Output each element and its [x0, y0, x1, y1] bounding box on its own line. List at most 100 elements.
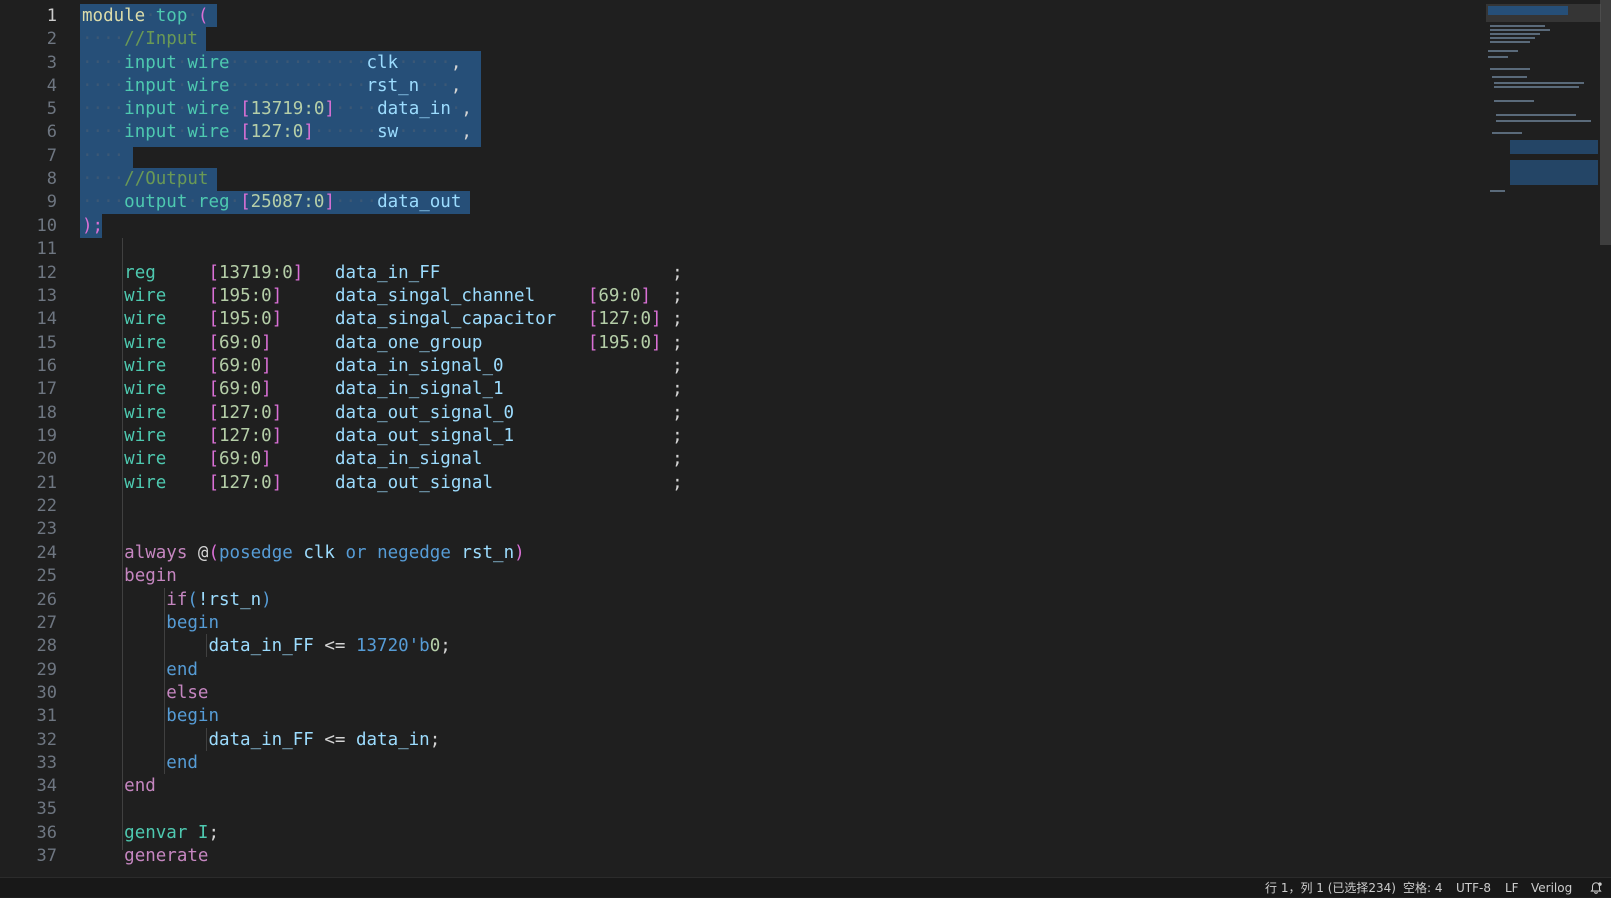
at-sign: @ [197, 543, 209, 563]
code-line-24: always @(posedge clk or negedge rst_n) [82, 541, 525, 565]
code-line-15: wire [69:0] data_one_group [195:0] ; [82, 331, 683, 355]
encoding-setting[interactable]: UTF-8 [1456, 878, 1491, 898]
bracket: [ [208, 379, 220, 399]
bracket: [ [240, 99, 251, 119]
code-line-27: begin [82, 611, 219, 635]
code-line-14: wire [195:0] data_singal_capacitor [127:… [82, 307, 683, 331]
code-line-5: ····input·wire·[13719:0]····data_in·, [82, 99, 472, 119]
minimap-line [1490, 68, 1530, 70]
line-number: 20 [36, 449, 57, 469]
minimap-line [1492, 132, 1522, 134]
line-number: 33 [36, 753, 57, 773]
minimap-line [1494, 86, 1579, 88]
comment: //Output [124, 169, 209, 189]
code-line-9: ····output·reg·[25087:0]····data_out [82, 192, 462, 212]
closing-paren: ); [82, 216, 104, 236]
semicolon: ; [672, 403, 683, 423]
line-number: 5 [46, 99, 57, 119]
code-line-21: wire [127:0] data_out_signal ; [82, 471, 683, 495]
minimap-line [1488, 50, 1518, 52]
keyword-generate: generate [124, 846, 209, 866]
notification-bell-icon[interactable] [1589, 881, 1603, 895]
semicolon: ; [672, 356, 683, 376]
genvar-name: I [197, 823, 209, 843]
keyword-input: input [124, 76, 177, 96]
port-name: clk [366, 53, 399, 73]
code-line-26: if(!rst_n) [82, 588, 272, 612]
signal-name: data_in_FF [334, 263, 441, 283]
code-line-32: data_in_FF <= data_in; [82, 728, 440, 752]
range: 69:0 [219, 379, 262, 399]
line-number: 25 [36, 566, 57, 586]
range: 127:0 [219, 426, 272, 446]
line-number: 13 [36, 286, 57, 306]
bracket: ] [271, 286, 283, 306]
bracket: [ [208, 286, 220, 306]
code-line-28: data_in_FF <= 13720'b0; [82, 634, 451, 658]
comma: , [450, 53, 462, 73]
code-line-3: ····input·wire·············clk·····, [82, 53, 462, 73]
minimap-line [1494, 100, 1534, 102]
signal-name: data_in_signal_0 [334, 356, 504, 376]
eol-setting[interactable]: LF [1505, 878, 1519, 898]
line-number: 21 [36, 473, 57, 493]
line-number: 26 [36, 590, 57, 610]
code-editor[interactable]: 1 2 3 4 5 6 7 8 9 10 11 12 13 14 15 16 17 18 19 20 21 22 23 24 2… [0, 0, 1611, 877]
keyword-posedge: posedge [219, 543, 293, 563]
keyword-wire: wire [124, 379, 167, 399]
line-number: 37 [36, 846, 57, 866]
port-name: sw [377, 122, 399, 142]
bracket: ] [271, 426, 283, 446]
line-number: 12 [36, 263, 57, 283]
line-number: 17 [36, 379, 57, 399]
semicolon: ; [672, 263, 683, 283]
line-number: 16 [36, 356, 57, 376]
minimap-line [1490, 37, 1535, 39]
code-line-36: genvar I; [82, 821, 219, 845]
bracket: ] [651, 333, 662, 353]
line-number: 11 [36, 239, 57, 259]
semicolon: ; [440, 636, 451, 656]
code-line-7: ···· [82, 146, 125, 166]
bracket: ] [261, 333, 272, 353]
semicolon: ; [672, 333, 683, 353]
range: 13719:0 [219, 263, 293, 283]
bracket: ] [261, 356, 272, 376]
literal-prefix: 13720'b [355, 636, 430, 656]
port-name: rst_n [366, 76, 420, 96]
minimap[interactable] [1486, 0, 1601, 200]
indentation-setting[interactable]: 空格: 4 [1403, 878, 1443, 898]
bracket: ] [271, 473, 283, 493]
signal-name: data_in [355, 730, 430, 750]
code-line-34: end [82, 774, 156, 798]
signal-name: clk [303, 543, 335, 563]
minimap-line [1496, 114, 1576, 116]
keyword-input: input [124, 53, 177, 73]
vertical-scrollbar[interactable] [1600, 0, 1611, 245]
keyword-always: always [124, 543, 188, 563]
bracket: ] [651, 309, 662, 329]
comma: , [461, 99, 472, 119]
keyword-reg: reg [124, 263, 156, 283]
paren: ( [187, 590, 198, 610]
cursor-position[interactable]: 行 1，列 1 (已选择234) [1265, 878, 1396, 898]
paren: ) [261, 590, 272, 610]
range: 127:0 [219, 403, 272, 423]
line-number: 9 [46, 192, 57, 212]
operator: <= [324, 636, 346, 656]
code-line-17: wire [69:0] data_in_signal_1 ; [82, 377, 682, 401]
language-mode[interactable]: Verilog [1531, 878, 1572, 898]
code-line-16: wire [69:0] data_in_signal_0 ; [82, 354, 683, 378]
keyword-wire: wire [187, 122, 230, 142]
line-number: 10 [36, 216, 57, 236]
code-area[interactable]: module·top·( ····//Input ····input·wire·… [80, 0, 1482, 877]
line-number-gutter: 1 2 3 4 5 6 7 8 9 10 11 12 13 14 15 16 17 18 19 20 21 22 23 24 2… [0, 0, 78, 877]
bracket: [ [208, 426, 220, 446]
code-line-18: wire [127:0] data_out_signal_0 ; [82, 401, 683, 425]
keyword-else: else [166, 683, 209, 703]
paren: ( [197, 6, 209, 26]
bracket: [ [208, 333, 220, 353]
signal-name: data_singal_capacitor [334, 309, 557, 329]
minimap-line [1490, 41, 1530, 43]
bracket: [ [587, 333, 599, 353]
